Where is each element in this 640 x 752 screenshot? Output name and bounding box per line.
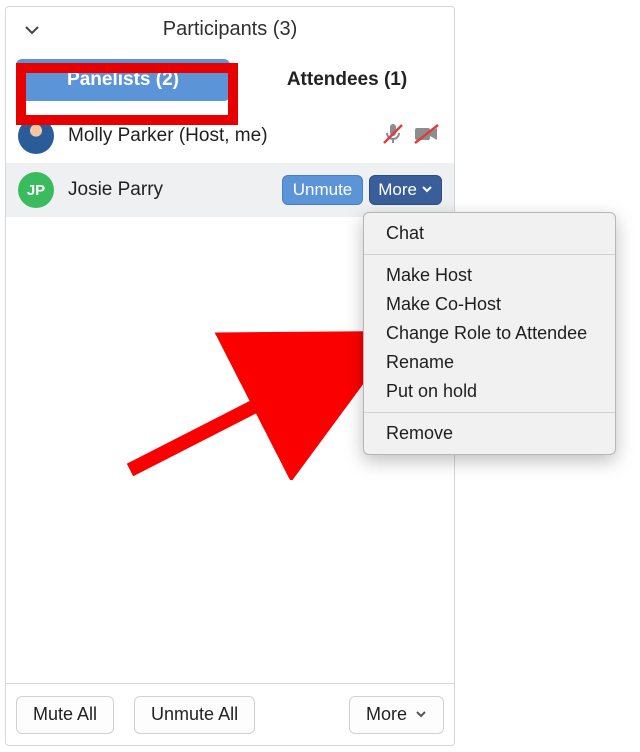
tab-panelists-label: Panelists (2) <box>67 69 179 90</box>
participant-name: Molly Parker (Host, me) <box>68 125 380 147</box>
tabs: Panelists (2) Attendees (1) <box>6 51 454 109</box>
more-button[interactable]: More <box>369 175 442 205</box>
tab-attendees-label: Attendees (1) <box>287 69 407 90</box>
mic-muted-icon <box>380 121 406 152</box>
row-actions: Unmute More <box>282 175 442 205</box>
camera-off-icon <box>412 121 442 152</box>
menu-item-change-role[interactable]: Change Role to Attendee <box>364 319 615 348</box>
avatar: JP <box>18 172 54 208</box>
status-icons <box>380 121 442 152</box>
menu-separator <box>364 254 615 255</box>
mute-all-label: Mute All <box>33 704 97 725</box>
chevron-down-icon <box>415 704 427 725</box>
unmute-button[interactable]: Unmute <box>282 175 364 205</box>
mute-all-button[interactable]: Mute All <box>16 696 114 734</box>
footer-more-label: More <box>366 704 407 725</box>
menu-item-rename[interactable]: Rename <box>364 348 615 377</box>
menu-item-put-on-hold[interactable]: Put on hold <box>364 377 615 406</box>
participant-row: Molly Parker (Host, me) <box>6 109 454 163</box>
menu-item-chat[interactable]: Chat <box>364 219 615 248</box>
avatar <box>18 118 54 154</box>
menu-item-make-host[interactable]: Make Host <box>364 261 615 290</box>
footer-more-button[interactable]: More <box>349 696 444 734</box>
participant-name: Josie Parry <box>68 179 282 201</box>
unmute-all-label: Unmute All <box>151 704 238 725</box>
more-dropdown-menu: Chat Make Host Make Co-Host Change Role … <box>363 212 616 455</box>
menu-separator <box>364 412 615 413</box>
unmute-label: Unmute <box>293 180 353 200</box>
unmute-all-button[interactable]: Unmute All <box>134 696 255 734</box>
menu-item-remove[interactable]: Remove <box>364 419 615 448</box>
participant-row[interactable]: JP Josie Parry Unmute More <box>6 163 454 217</box>
panel-title: Participants (3) <box>163 18 298 41</box>
menu-item-make-cohost[interactable]: Make Co-Host <box>364 290 615 319</box>
tab-attendees[interactable]: Attendees (1) <box>240 69 454 91</box>
panel-footer: Mute All Unmute All More <box>6 683 454 745</box>
more-label: More <box>378 180 417 200</box>
avatar-initials: JP <box>27 182 45 199</box>
chevron-down-icon <box>421 180 433 200</box>
collapse-icon[interactable] <box>24 21 40 44</box>
panel-header: Participants (3) <box>6 7 454 51</box>
tab-panelists[interactable]: Panelists (2) <box>16 59 230 101</box>
